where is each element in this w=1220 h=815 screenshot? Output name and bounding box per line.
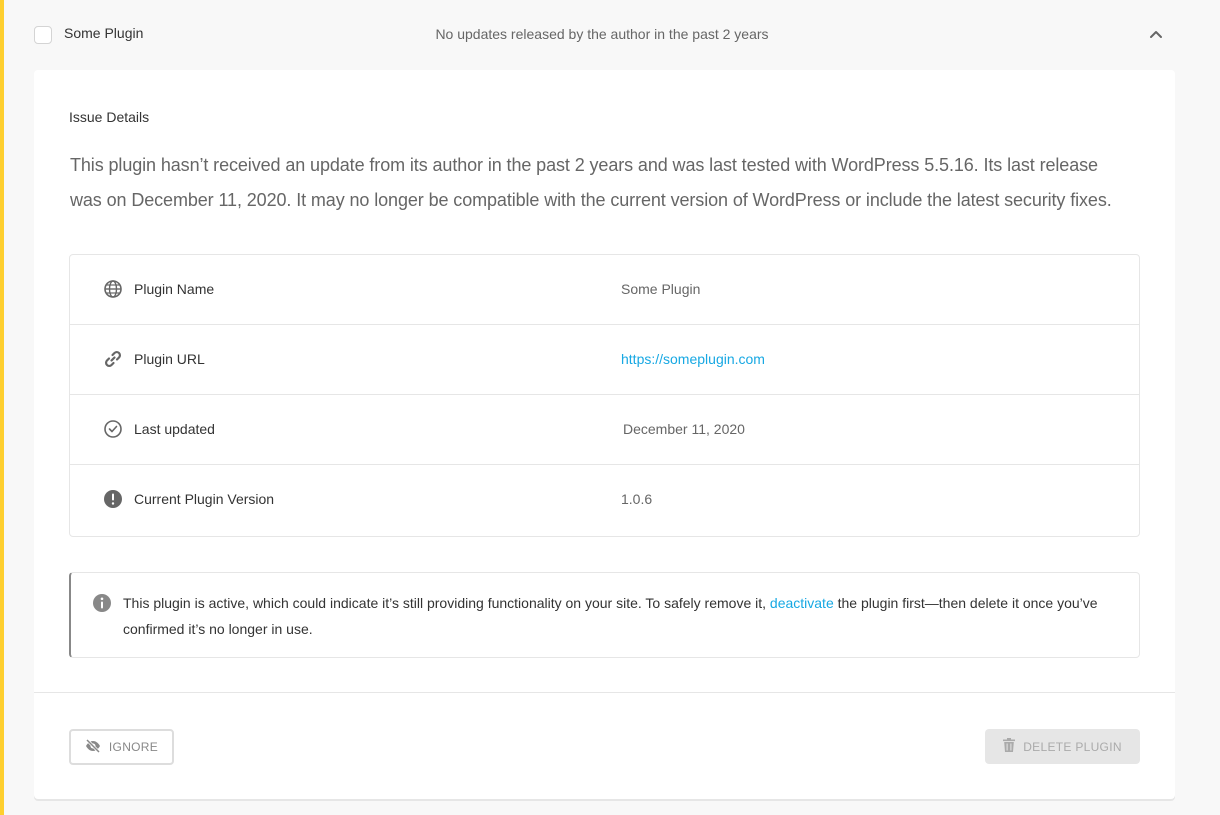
row-label: Current Plugin Version — [134, 491, 275, 507]
link-icon — [103, 349, 123, 369]
header-summary: No updates released by the author in the… — [435, 26, 769, 42]
delete-plugin-button[interactable]: DELETE PLUGIN — [985, 729, 1140, 764]
chevron-up-icon[interactable] — [1147, 26, 1165, 44]
table-row: Last updated December 11, 2020 — [70, 395, 1139, 465]
issue-details-title: Issue Details — [69, 109, 150, 125]
info-icon — [92, 593, 112, 613]
table-row: Plugin Name Some Plugin — [70, 255, 1139, 325]
row-label: Plugin Name — [134, 281, 215, 297]
active-plugin-notice: This plugin is active, which could indic… — [69, 572, 1140, 658]
warning-icon — [103, 489, 123, 509]
trash-icon — [1003, 738, 1016, 755]
plugin-url-link[interactable]: https://someplugin.com — [621, 351, 765, 367]
row-value: December 11, 2020 — [623, 421, 745, 437]
row-value: Some Plugin — [621, 281, 701, 297]
warning-accent-bar — [0, 0, 4, 815]
globe-icon — [103, 279, 123, 299]
issue-header[interactable]: Some Plugin No updates released by the a… — [4, 0, 1220, 70]
eye-slash-icon — [85, 738, 101, 756]
table-row: Current Plugin Version 1.0.6 — [70, 465, 1139, 536]
notice-text: This plugin is active, which could indic… — [123, 590, 1123, 642]
issue-details-panel: Issue Details This plugin hasn’t receive… — [34, 70, 1175, 799]
delete-label: DELETE PLUGIN — [1023, 739, 1122, 754]
row-value: 1.0.6 — [621, 491, 653, 507]
table-row: Plugin URL https://someplugin.com — [70, 325, 1139, 395]
ignore-button[interactable]: IGNORE — [69, 729, 174, 765]
issue-description: This plugin hasn’t received an update fr… — [70, 155, 1112, 210]
clock-icon — [103, 419, 123, 439]
footer-divider — [34, 692, 1175, 693]
deactivate-link[interactable]: deactivate — [770, 595, 834, 611]
notice-text-before: This plugin is active, which could indic… — [123, 595, 770, 611]
plugin-details-table: Plugin Name Some Plugin Plugin URL https… — [69, 254, 1140, 537]
ignore-label: IGNORE — [108, 740, 159, 754]
row-label: Last updated — [134, 421, 215, 437]
row-label: Plugin URL — [134, 351, 205, 367]
